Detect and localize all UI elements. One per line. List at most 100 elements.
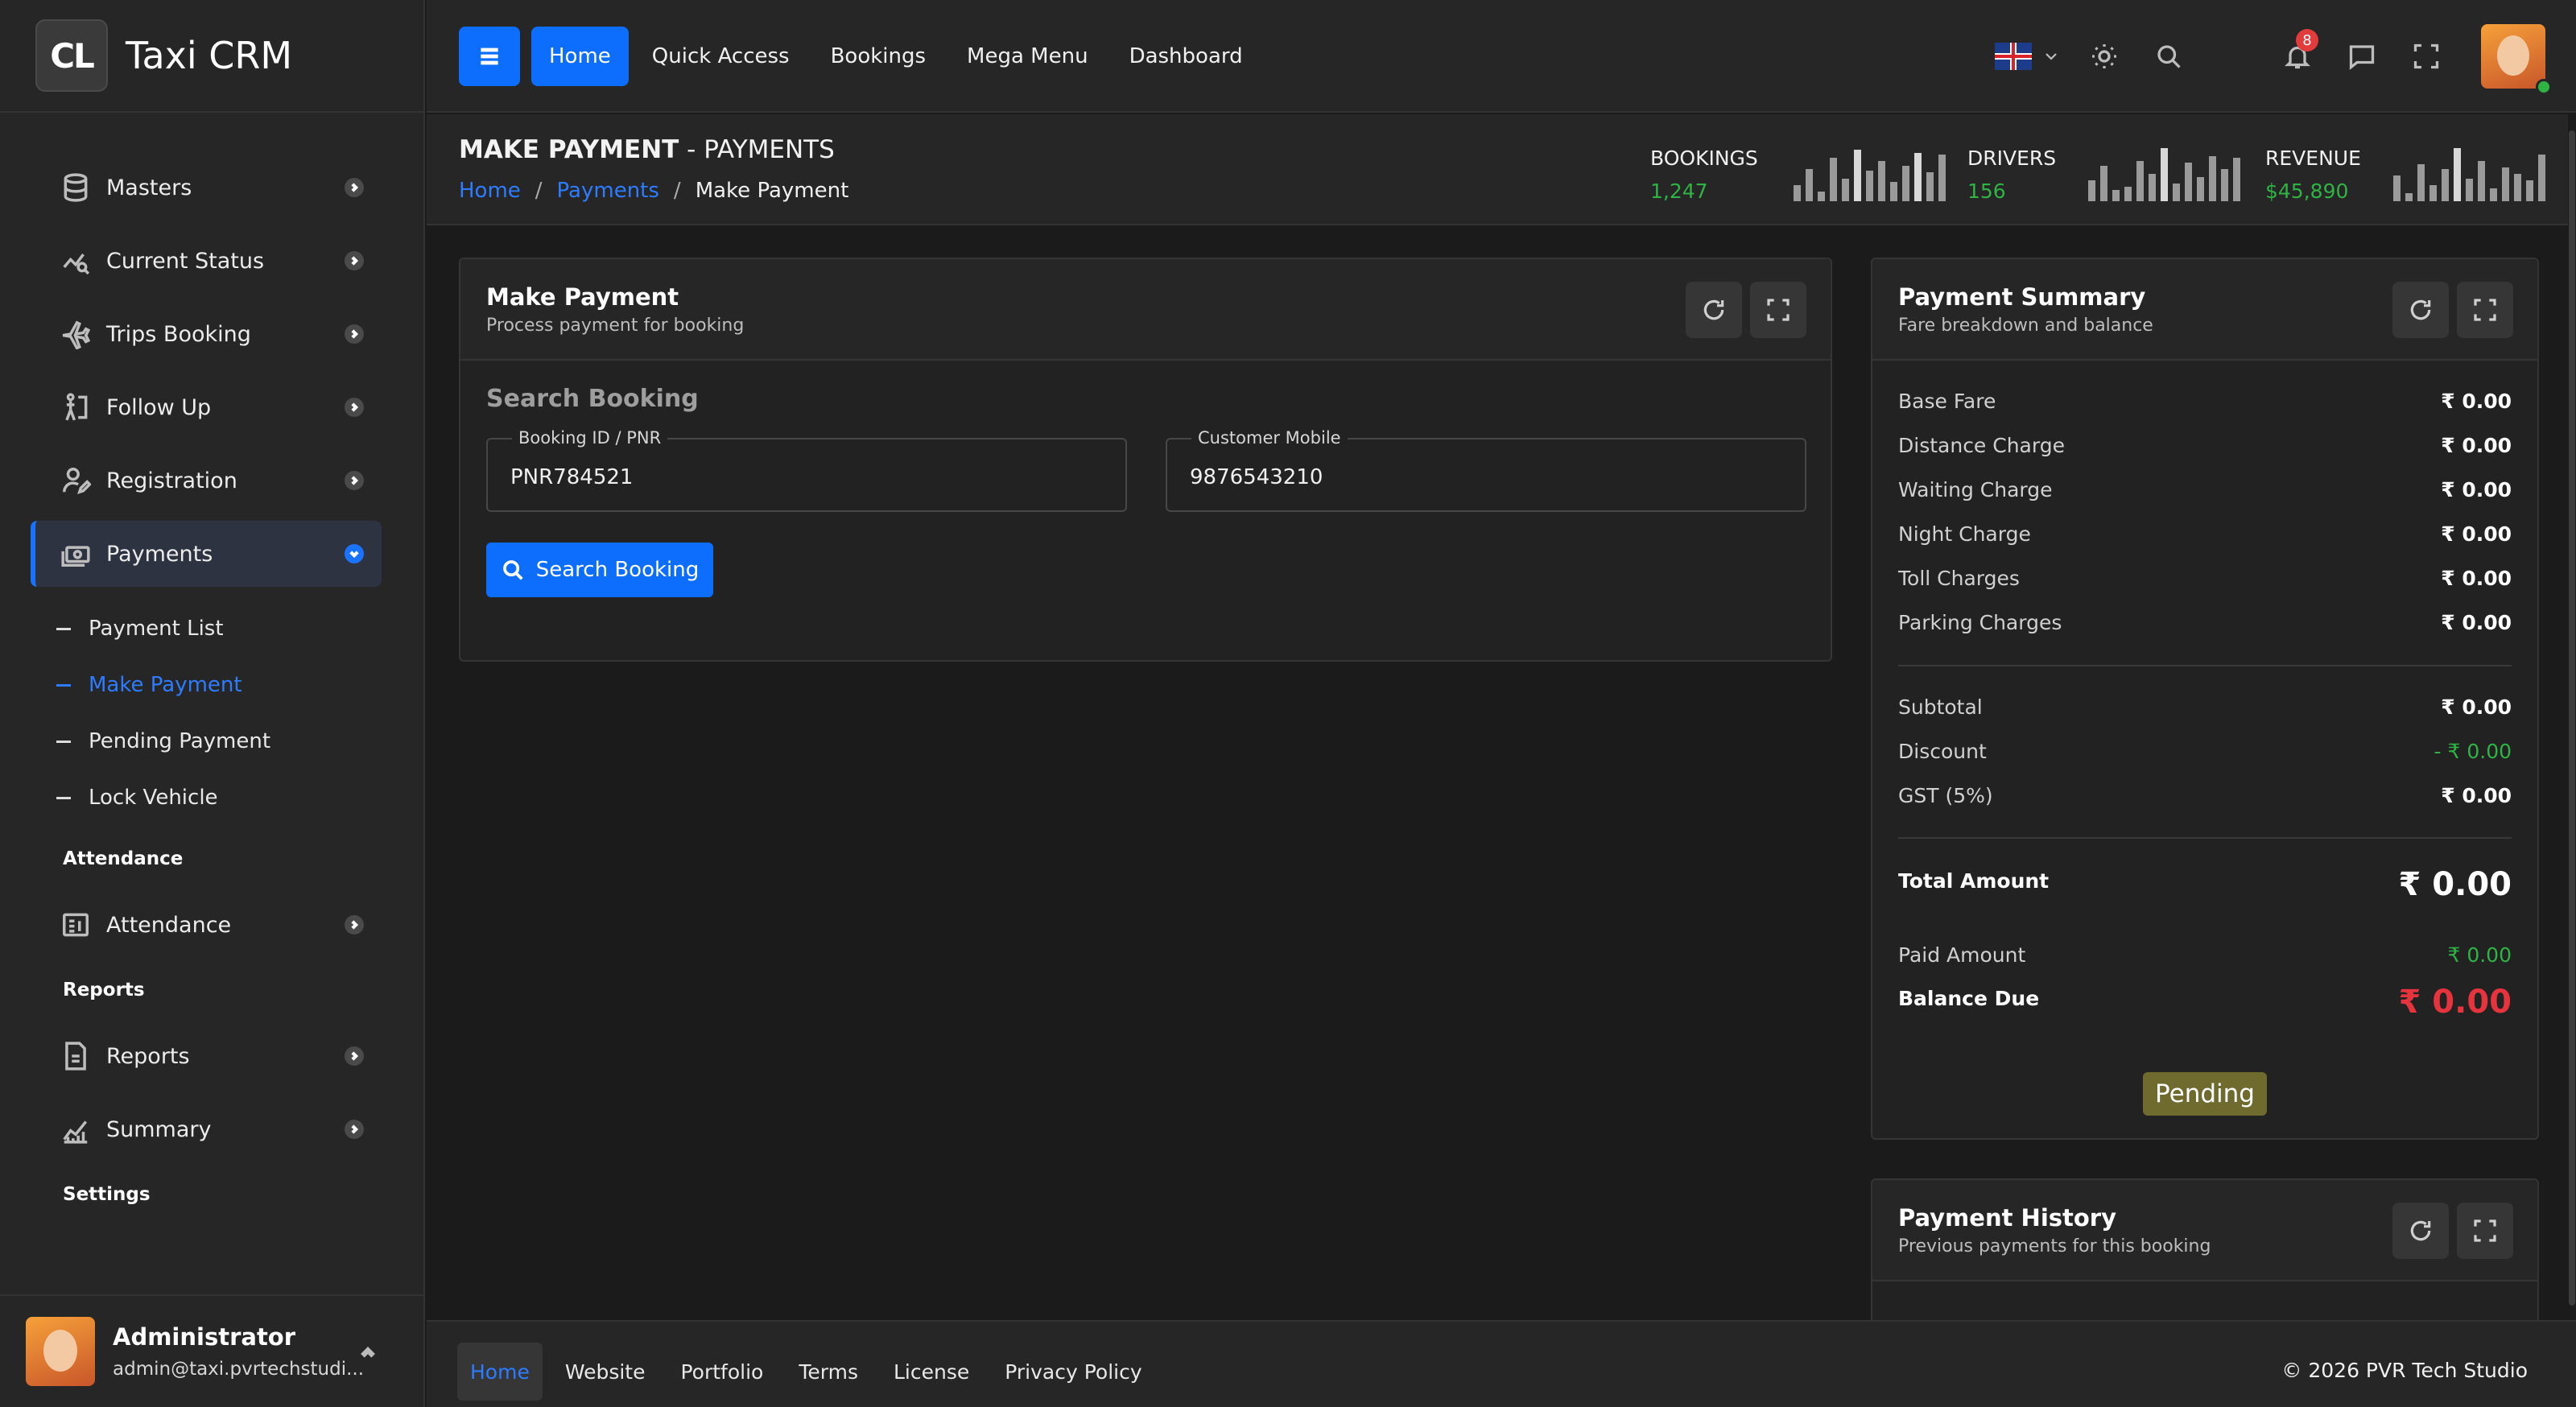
chevron-right-icon: [345, 178, 364, 197]
scrollbar[interactable]: [2568, 114, 2576, 1320]
chart-search-icon: [60, 245, 92, 277]
sidebar: CL Taxi CRM Masters Current Status Trips…: [0, 0, 425, 1407]
sidebar-item-trips-booking[interactable]: Trips Booking: [31, 301, 382, 367]
stat-value: 156: [1967, 179, 2006, 203]
subitem-label: Payment List: [89, 617, 224, 641]
profile-avatar[interactable]: [2481, 24, 2552, 95]
refresh-icon: [2410, 1220, 2431, 1241]
sidebar-subitem-pending-payment[interactable]: Pending Payment: [0, 713, 423, 770]
grid-icon: [2224, 46, 2242, 67]
search-booking-button[interactable]: Search Booking: [486, 543, 713, 597]
sidebar-item-label: Payments: [106, 541, 213, 567]
apps-button[interactable]: [2201, 19, 2265, 93]
footer-link-terms[interactable]: Terms: [786, 1343, 871, 1401]
fare-value: ₹ 0.00: [2441, 390, 2512, 413]
footer-link-website[interactable]: Website: [552, 1343, 658, 1401]
footer-link-home[interactable]: Home: [457, 1343, 543, 1401]
footer-link-privacy-policy[interactable]: Privacy Policy: [992, 1343, 1154, 1401]
fullscreen-icon: [2474, 1219, 2496, 1242]
nav-quick-access[interactable]: Quick Access: [634, 27, 807, 86]
footer-link-license[interactable]: License: [881, 1343, 982, 1401]
notifications-button[interactable]: 8: [2265, 19, 2330, 93]
fare-line: Toll Charges ₹ 0.00: [1898, 567, 2512, 590]
sidebar-item-summary[interactable]: Summary: [31, 1096, 382, 1162]
field-label: Customer Mobile: [1191, 428, 1348, 448]
refresh-button[interactable]: [2392, 282, 2449, 338]
sidebar-subitem-lock-vehicle[interactable]: Lock Vehicle: [0, 770, 423, 826]
page-title: MAKE PAYMENT - PAYMENTS: [459, 135, 835, 164]
sidebar-item-current-status[interactable]: Current Status: [31, 228, 382, 294]
card-header: Make Payment Process payment for booking: [460, 259, 1831, 361]
copyright: © 2026 PVR Tech Studio: [2281, 1359, 2528, 1382]
payment-summary-card: Payment Summary Fare breakdown and balan…: [1871, 258, 2539, 1140]
avatar: [26, 1317, 95, 1386]
total-label: Total Amount: [1898, 869, 2050, 893]
language-selector[interactable]: [1984, 19, 2072, 93]
balance-label: Balance Due: [1898, 987, 2040, 1010]
sidebar-item-registration[interactable]: Registration: [31, 448, 382, 514]
expand-button[interactable]: [1750, 282, 1806, 338]
fare-line: Parking Charges ₹ 0.00: [1898, 611, 2512, 634]
page-header: MAKE PAYMENT - PAYMENTS Home / Payments …: [427, 114, 2576, 225]
fullscreen-icon: [2413, 43, 2439, 69]
sidebar-subitem-make-payment[interactable]: Make Payment: [0, 657, 423, 713]
sidebar-item-reports[interactable]: Reports: [31, 1023, 382, 1089]
expand-button[interactable]: [2457, 1203, 2513, 1259]
refresh-button[interactable]: [1686, 282, 1742, 338]
search-icon: [2157, 45, 2181, 68]
sidebar-item-follow-up[interactable]: Follow Up: [31, 374, 382, 440]
database-icon: [60, 171, 92, 204]
topbar-actions: 8: [1984, 19, 2552, 95]
refresh-button[interactable]: [2392, 1203, 2449, 1259]
hamburger-icon: [481, 47, 498, 65]
breadcrumb-home[interactable]: Home: [459, 179, 521, 203]
sidebar-item-attendance[interactable]: Attendance: [31, 892, 382, 958]
customer-mobile-field[interactable]: Customer Mobile 9876543210: [1166, 428, 1806, 512]
cash-icon: [60, 538, 92, 570]
fare-line: Waiting Charge ₹ 0.00: [1898, 478, 2512, 501]
app-logo: CL: [35, 19, 108, 92]
expand-button[interactable]: [2457, 282, 2513, 338]
stat-label: BOOKINGS: [1650, 146, 1758, 170]
nav-dashboard[interactable]: Dashboard: [1112, 27, 1261, 86]
fare-label: Waiting Charge: [1898, 478, 2053, 501]
uk-flag-icon: [1995, 43, 2032, 70]
dash-icon: [56, 627, 71, 630]
sidebar-item-masters[interactable]: Masters: [31, 155, 382, 221]
card-subtitle: Fare breakdown and balance: [1898, 316, 2153, 336]
stat-label: REVENUE: [2265, 146, 2361, 170]
attendance-icon: [60, 909, 92, 941]
sidebar-item-label: Current Status: [106, 248, 265, 274]
dash-icon: [56, 740, 71, 743]
chevron-up-icon[interactable]: [359, 1344, 377, 1365]
subitem-label: Lock Vehicle: [89, 786, 218, 810]
sparkline-drivers: [2088, 143, 2245, 201]
nav-home[interactable]: Home: [531, 27, 629, 86]
search-button[interactable]: [2136, 19, 2201, 93]
sidebar-item-payments[interactable]: Payments: [31, 521, 382, 587]
menu-toggle-button[interactable]: [459, 27, 520, 86]
fare-value: ₹ 0.00: [2441, 567, 2512, 590]
theme-toggle-button[interactable]: [2072, 19, 2136, 93]
user-profile[interactable]: Administrator admin@taxi.pvrtechstudi...: [0, 1294, 423, 1407]
fare-line: Distance Charge ₹ 0.00: [1898, 434, 2512, 457]
fare-label: Toll Charges: [1898, 567, 2020, 590]
card-header: Payment History Previous payments for th…: [1872, 1180, 2537, 1281]
plane-icon: [60, 318, 92, 350]
sidebar-subitem-payment-list[interactable]: Payment List: [0, 600, 423, 657]
sparkline-bookings: [1793, 143, 1951, 201]
fare-value: ₹ 0.00: [2441, 522, 2512, 546]
search-icon: [502, 560, 523, 580]
nav-bookings[interactable]: Bookings: [813, 27, 943, 86]
booking-id-field[interactable]: Booking ID / PNR PNR784521: [486, 428, 1127, 512]
section-title: Search Booking: [486, 385, 699, 413]
brand[interactable]: CL Taxi CRM: [0, 0, 423, 113]
nav-mega-menu[interactable]: Mega Menu: [949, 27, 1106, 86]
fullscreen-button[interactable]: [2394, 19, 2458, 93]
messages-button[interactable]: [2330, 19, 2394, 93]
breadcrumb-payments[interactable]: Payments: [557, 179, 659, 203]
fare-line: Base Fare ₹ 0.00: [1898, 390, 2512, 413]
footer-link-portfolio[interactable]: Portfolio: [668, 1343, 777, 1401]
card-title: Payment History: [1898, 1204, 2117, 1232]
subtotal-label: Subtotal: [1898, 695, 1983, 719]
